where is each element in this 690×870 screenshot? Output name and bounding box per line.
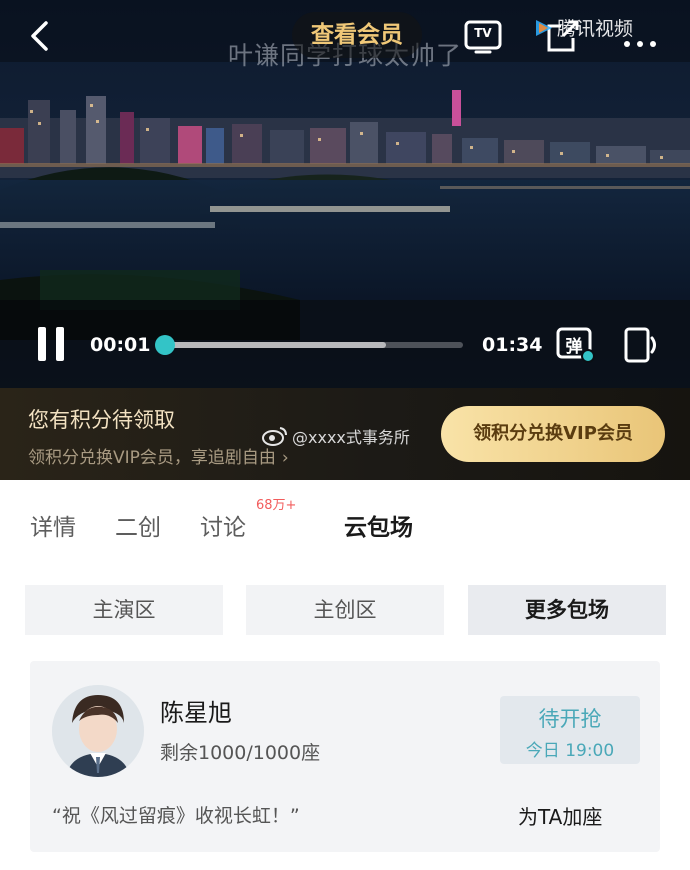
pause-icon [38, 327, 46, 361]
tab-details[interactable]: 详情 [30, 508, 76, 542]
tab-fan-creations[interactable]: 二创 [115, 508, 161, 542]
segment-crew[interactable]: 主创区 [246, 585, 444, 635]
content-tabs: 详情 二创 讨论 68万+ 云包场 [0, 480, 690, 570]
view-vip-button[interactable]: 查看会员 [292, 12, 422, 58]
rotate-screen-icon [624, 327, 656, 363]
chevron-left-icon [31, 21, 48, 51]
video-player[interactable]: 叶谦同学打球太帅了 查看会员 TV [0, 0, 690, 388]
segment-more-screenings[interactable]: 更多包场 [468, 585, 666, 635]
status-button[interactable]: 待开抢 今日 19:00 [500, 696, 640, 764]
pause-button[interactable] [36, 327, 66, 361]
tv-icon-label: TV [474, 26, 492, 40]
back-button[interactable] [22, 18, 58, 54]
player-controls: 00:01 01:34 弹 [0, 320, 690, 370]
banner-subtitle-link[interactable]: 领积分兑换VIP会员，享追剧自由 › [28, 443, 289, 468]
danmu-toggle-button[interactable]: 弹 [556, 326, 596, 364]
discussion-count-badge: 68万+ [256, 498, 297, 513]
banner-title: 您有积分待领取 [28, 408, 175, 432]
chevron-right-icon: › [281, 448, 289, 468]
star-name: 陈星旭 [160, 699, 232, 727]
person-avatar-icon [52, 685, 144, 777]
app-watermark-text: 腾讯视频 [557, 18, 634, 40]
progress-knob[interactable] [155, 335, 175, 355]
current-time: 00:01 [90, 334, 151, 356]
screening-card[interactable]: 陈星旭 剩余1000/1000座 待开抢 今日 19:00 “祝《风过留痕》收视… [30, 661, 660, 852]
buffered-bar [165, 342, 386, 348]
redeem-vip-button[interactable]: 领积分兑换VIP会员 [441, 406, 665, 462]
total-time: 01:34 [482, 334, 543, 356]
status-time: 今日 19:00 [525, 741, 615, 761]
weibo-logo-icon [262, 427, 287, 446]
weibo-watermark-text: @xxxx式事务所 [292, 428, 410, 447]
progress-bar[interactable] [155, 335, 463, 355]
cast-to-tv-button[interactable]: TV [463, 16, 503, 56]
tab-cloud-screening[interactable]: 云包场 [344, 508, 413, 542]
segment-cast[interactable]: 主演区 [25, 585, 223, 635]
add-seat-button[interactable]: 为TA加座 [518, 801, 602, 830]
weibo-watermark: @xxxx式事务所 [262, 424, 410, 448]
pause-icon-bar [56, 327, 64, 361]
tencent-video-logo-icon [536, 20, 552, 36]
player-top-bar: 查看会员 TV 腾讯视频 [0, 0, 690, 70]
tab-discussion[interactable]: 讨论 [200, 508, 246, 542]
app-watermark: 腾讯视频 [533, 14, 633, 41]
avatar[interactable] [52, 685, 144, 777]
status-label: 待开抢 [538, 707, 602, 731]
rotate-screen-button[interactable] [622, 326, 660, 364]
danmu-label: 弹 [565, 337, 583, 357]
remaining-seats: 剩余1000/1000座 [160, 742, 321, 764]
banner-subtitle: 领积分兑换VIP会员，享追剧自由 [28, 448, 276, 468]
screening-quote: “祝《风过留痕》收视长虹！” [52, 805, 300, 827]
